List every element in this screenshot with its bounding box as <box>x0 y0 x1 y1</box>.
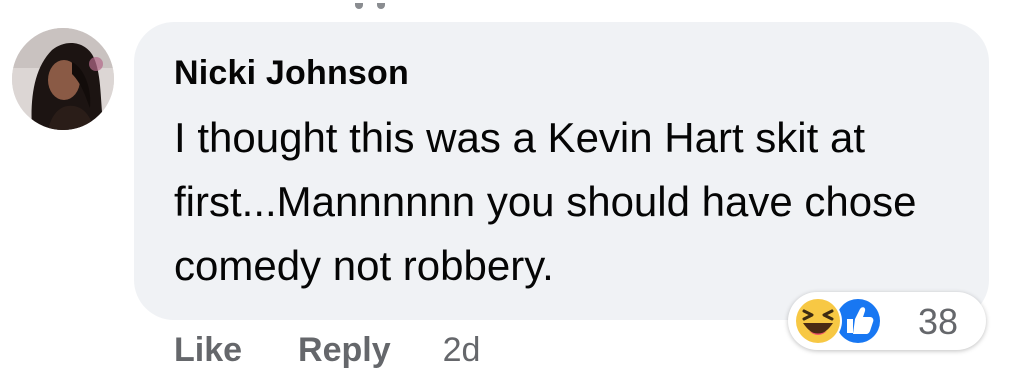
comment-text: I thought this was a Kevin Hart skit at … <box>174 114 917 289</box>
haha-icon <box>794 297 842 345</box>
reaction-count: 38 <box>918 301 959 342</box>
comment-bubble: Nicki Johnson I thought this was a Kevin… <box>134 22 989 320</box>
profile-photo-icon <box>12 28 114 130</box>
reactions-summary[interactable]: 38 <box>788 292 986 350</box>
avatar[interactable] <box>12 28 114 130</box>
comment-container: Nicki Johnson I thought this was a Kevin… <box>0 0 1024 381</box>
comment-timestamp[interactable]: 2d <box>443 331 481 370</box>
comment-actions: Like Reply 2d <box>174 328 480 372</box>
like-button[interactable]: Like <box>174 331 242 370</box>
reply-button[interactable]: Reply <box>298 331 391 370</box>
comment-author[interactable]: Nicki Johnson <box>174 54 409 93</box>
previous-comment-edge <box>355 0 411 9</box>
